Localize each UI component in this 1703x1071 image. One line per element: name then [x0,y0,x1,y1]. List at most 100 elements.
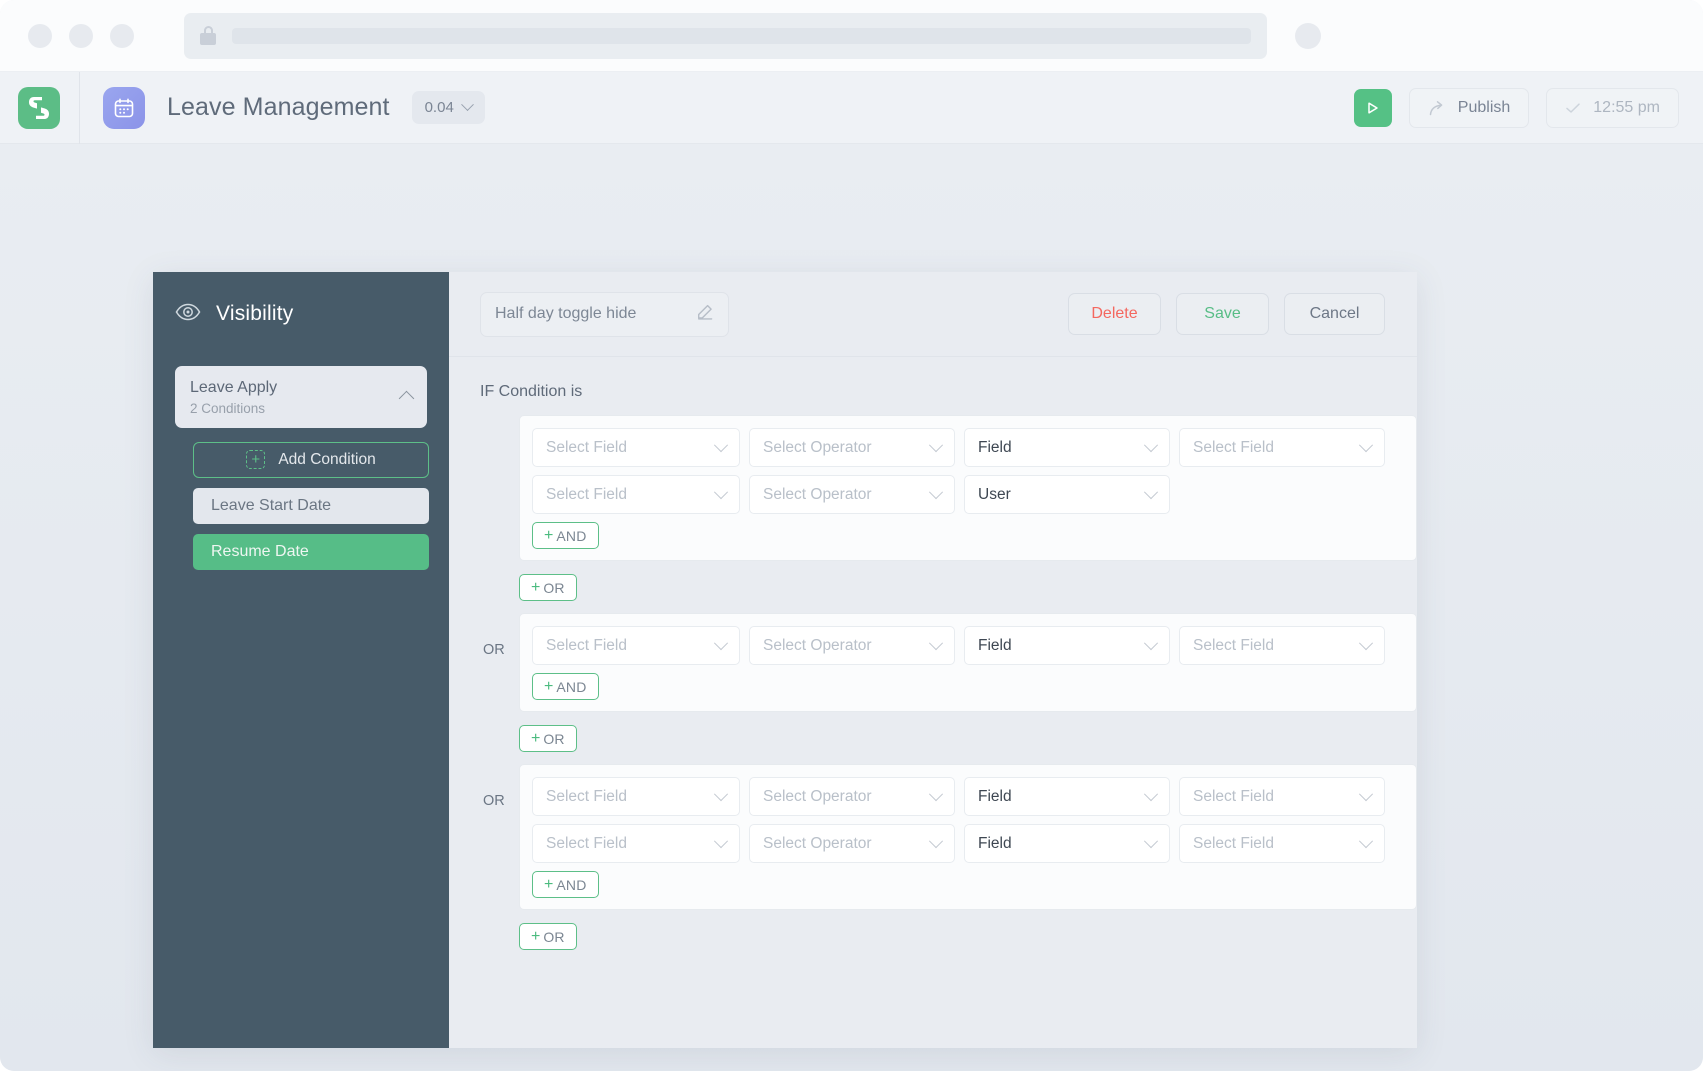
condition-row: Select FieldSelect OperatorFieldSelect F… [520,824,1416,863]
version-selector[interactable]: 0.04 [412,91,485,124]
value-select-value: Select Field [1193,788,1361,806]
preview-play-button[interactable] [1354,89,1392,127]
last-saved-button[interactable]: 12:55 pm [1546,88,1679,128]
operator-select[interactable]: Select Operator [749,428,955,467]
visibility-modal: Visibility Leave Apply 2 Conditions + Ad… [153,272,1417,1048]
page-title: Leave Management [167,93,390,122]
field-select-value: Select Field [546,788,716,806]
profile-avatar[interactable] [1295,23,1321,49]
add-and-button[interactable]: +AND [532,522,599,549]
chevron-down-icon [929,485,943,499]
plus-icon: + [531,580,540,596]
add-or-button-label: OR [543,929,564,945]
chevron-down-icon [714,438,728,452]
sidebar-item-label: Leave Start Date [211,497,331,515]
pencil-icon[interactable] [696,303,714,326]
rule-name-value: Half day toggle hide [495,305,696,323]
value-select[interactable]: Select Field [1179,428,1385,467]
close-window-button[interactable] [28,24,52,48]
publish-label: Publish [1458,99,1510,117]
value-type-select[interactable]: Field [964,626,1170,665]
add-or-button[interactable]: +OR [519,574,577,601]
editor-toolbar: Half day toggle hide Delete Save Cancel [449,272,1417,357]
field-select[interactable]: Select Field [532,428,740,467]
chevron-down-icon [1359,636,1373,650]
chevron-down-icon [1144,834,1158,848]
value-type-select-value: Field [978,439,1146,457]
header-actions: Publish 12:55 pm [1354,88,1679,128]
chevron-down-icon [1359,438,1373,452]
value-type-select-value: Field [978,637,1146,655]
value-select[interactable]: Select Field [1179,777,1385,816]
visibility-title: Visibility [216,302,293,326]
condition-group: Select Field Select Operator Field Select F… [519,613,1417,712]
condition-group-wrapper: ORSelect FieldSelect OperatorFieldSelect… [449,764,1417,910]
add-and-button-label: AND [556,528,586,544]
cancel-button[interactable]: Cancel [1284,293,1385,335]
value-type-select[interactable]: Field [964,777,1170,816]
maximize-window-button[interactable] [110,24,134,48]
operator-select[interactable]: Select Operator [749,824,955,863]
field-select-value: Select Field [546,637,716,655]
sidebar-item-resume-date[interactable]: Resume Date [193,534,429,570]
chevron-up-icon[interactable] [399,391,415,407]
condition-builder: IF Condition is Select FieldSelect Opera… [449,357,1417,1048]
field-select[interactable]: Select Field [532,626,740,665]
add-and-button[interactable]: +AND [532,673,599,700]
value-type-select[interactable]: User [964,475,1170,514]
traffic-lights [28,24,134,48]
plus-icon: + [544,679,553,695]
plus-icon: + [544,877,553,893]
chevron-down-icon [929,438,943,452]
save-button[interactable]: Save [1176,293,1269,335]
value-select-value: Select Field [1193,835,1361,853]
add-condition-button[interactable]: + Add Condition [193,442,429,478]
condition-group-wrapper: Select FieldSelect OperatorFieldSelect F… [449,415,1417,561]
value-select-value: Select Field [1193,637,1361,655]
editor-actions: Delete Save Cancel [1068,293,1385,335]
condition-row: Select Field Select Operator User [520,475,1416,514]
value-select[interactable]: Select Field [1179,626,1385,665]
plus-icon: + [531,731,540,747]
chevron-down-icon [714,787,728,801]
delete-button[interactable]: Delete [1068,293,1161,335]
condition-row: Select FieldSelect OperatorFieldSelect F… [520,428,1416,467]
sidebar-item-leave-start-date[interactable]: Leave Start Date [193,488,429,524]
field-select-value: Select Field [546,486,716,504]
field-select[interactable]: Select Field [532,475,740,514]
chevron-down-icon [929,787,943,801]
add-or-row: +OR [449,574,1417,601]
stack-logo-icon[interactable] [18,87,60,129]
add-or-button[interactable]: +OR [519,725,577,752]
workspace: Visibility Leave Apply 2 Conditions + Ad… [0,144,1703,1071]
operator-select-value: Select Operator [763,486,931,504]
value-type-select[interactable]: Field [964,428,1170,467]
address-bar[interactable] [184,13,1267,59]
visibility-sidebar: Visibility Leave Apply 2 Conditions + Ad… [153,272,449,1048]
operator-select[interactable]: Select Operator [749,777,955,816]
share-icon [1428,99,1446,117]
operator-select[interactable]: Select Operator [749,626,955,665]
add-condition-label: Add Condition [278,451,375,469]
field-select[interactable]: Select Field [532,777,740,816]
condition-editor: Half day toggle hide Delete Save Cancel [449,272,1417,1048]
rule-name-field[interactable]: Half day toggle hide [480,292,729,337]
visibility-header: Visibility [175,302,427,326]
field-select[interactable]: Select Field [532,824,740,863]
check-icon [1565,101,1581,115]
add-and-button[interactable]: +AND [532,871,599,898]
value-type-select[interactable]: Field [964,824,1170,863]
accordion-subtitle: 2 Conditions [190,401,277,416]
eye-icon [175,303,201,326]
publish-button[interactable]: Publish [1409,88,1529,128]
chevron-down-icon [929,636,943,650]
minimize-window-button[interactable] [69,24,93,48]
accordion-leave-apply[interactable]: Leave Apply 2 Conditions [175,366,427,428]
add-or-button[interactable]: +OR [519,923,577,950]
plus-icon: + [544,528,553,544]
condition-row: Select Field Select Operator Field Select F… [520,626,1416,665]
operator-select[interactable]: Select Operator [749,475,955,514]
add-or-row: +OR [449,725,1417,752]
calendar-icon [103,87,145,129]
value-select[interactable]: Select Field [1179,824,1385,863]
